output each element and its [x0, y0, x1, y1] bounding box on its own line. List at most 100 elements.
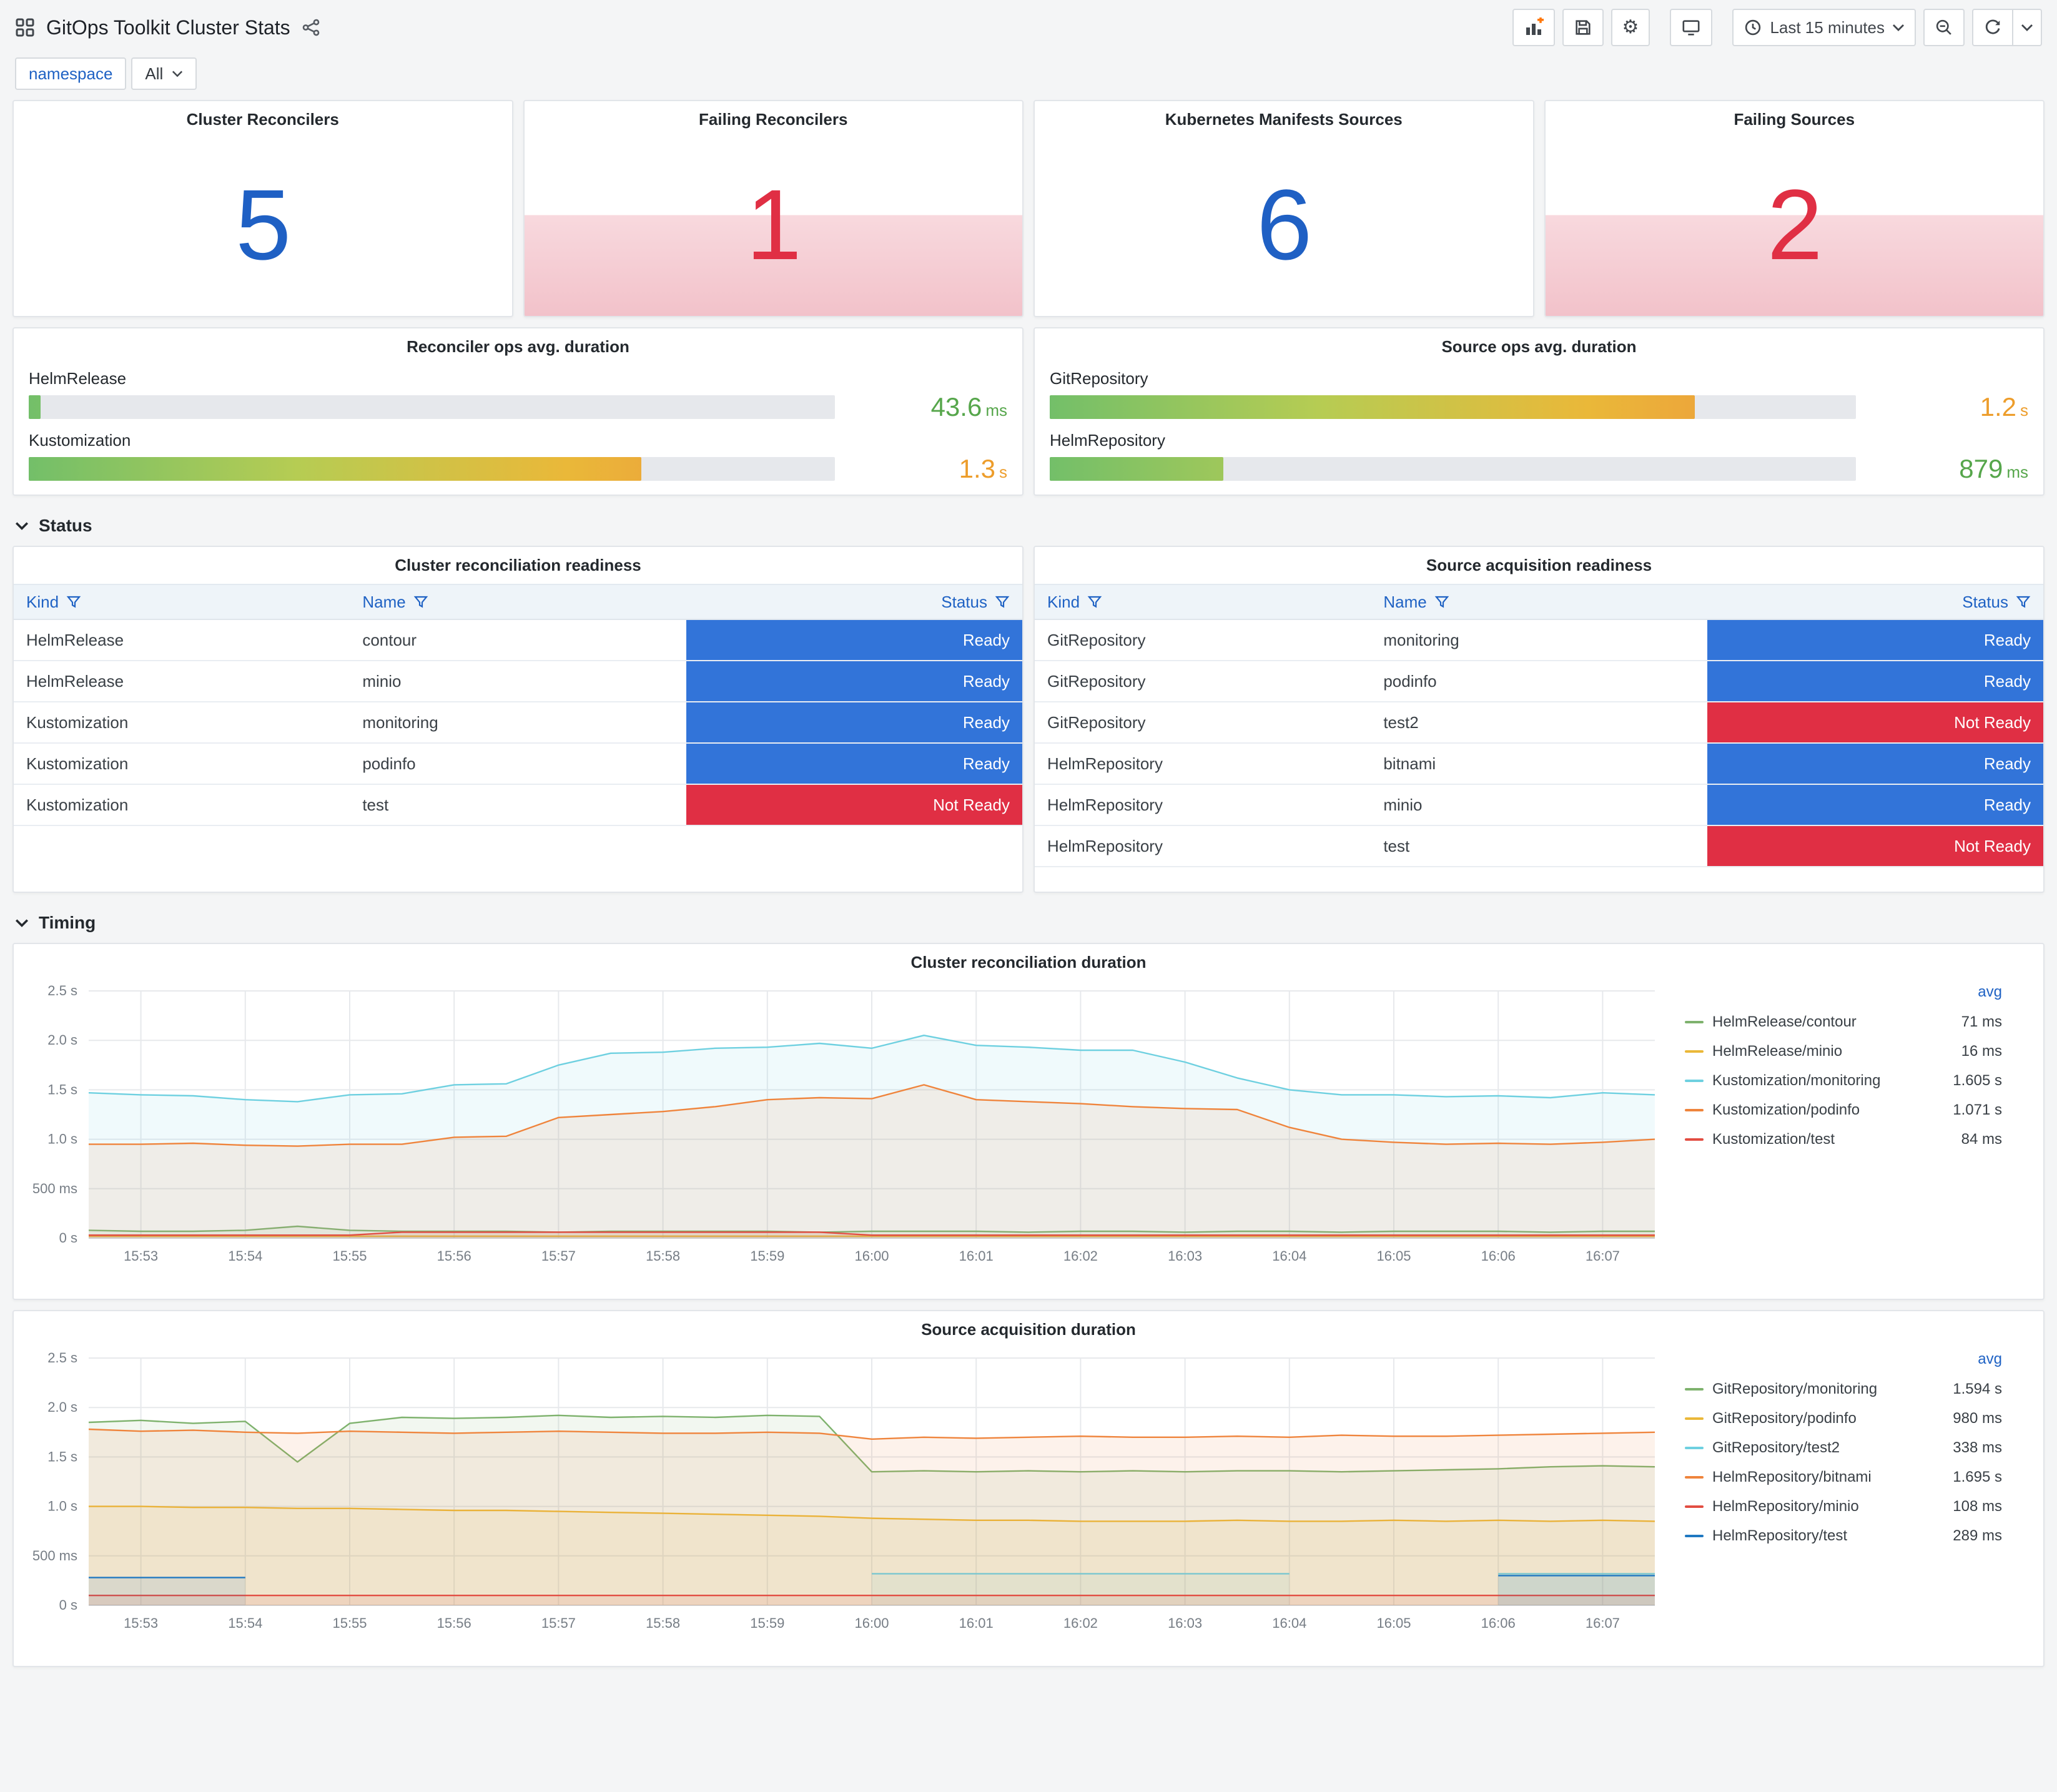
section-title-timing: Timing	[39, 913, 96, 932]
bar-gauge-helmrelease: HelmRelease 43.6 ms	[29, 369, 1007, 422]
variable-namespace-dropdown[interactable]: All	[131, 57, 197, 90]
share-icon[interactable]	[302, 18, 320, 37]
gauge-label: Kustomization	[29, 431, 131, 450]
row-toggle-timing[interactable]: Timing	[12, 903, 2045, 943]
svg-text:1.5 s: 1.5 s	[47, 1081, 77, 1097]
save-dashboard-button[interactable]	[1562, 9, 1604, 46]
svg-text:1.5 s: 1.5 s	[47, 1449, 77, 1464]
row-toggle-status[interactable]: Status	[12, 506, 2045, 546]
series-color-line	[1685, 1050, 1704, 1053]
refresh-icon	[1985, 19, 2000, 34]
cell-kind: HelmRepository	[1047, 836, 1163, 855]
dashboard-settings-button[interactable]: ⚙	[1611, 9, 1650, 46]
gauge-value: 43.6 ms	[930, 392, 1007, 421]
add-panel-button[interactable]	[1512, 9, 1555, 46]
cell-name: bitnami	[1383, 754, 1436, 773]
legend-item[interactable]: Kustomization/test 84 ms	[1685, 1125, 2002, 1154]
clock-icon	[1745, 19, 1761, 36]
table-row: HelmRelease contour Ready	[14, 620, 1022, 661]
cell-kind: GitRepository	[1047, 630, 1146, 649]
filter-funnel-icon[interactable]	[1087, 595, 1102, 609]
legend-item[interactable]: GitRepository/test2 338 ms	[1685, 1433, 2002, 1462]
grafana-dashboard: GitOps Toolkit Cluster Stats ⚙ Last 15 m…	[0, 0, 2057, 1770]
svg-text:15:55: 15:55	[332, 1248, 367, 1264]
svg-text:16:06: 16:06	[1481, 1615, 1516, 1631]
cell-kind: Kustomization	[26, 795, 129, 814]
svg-text:15:58: 15:58	[646, 1248, 680, 1264]
time-series-plot[interactable]: 15:53 15:54 15:55 15:56 15:57 15:58 15:59 16:00…	[24, 978, 1672, 1271]
legend-item[interactable]: HelmRelease/minio 16 ms	[1685, 1036, 2002, 1066]
series-name: GitRepository/monitoring	[1712, 1380, 1878, 1397]
series-color-line	[1685, 1534, 1704, 1537]
chevron-down-icon	[15, 522, 29, 530]
bar-gauge-helmrepository: HelmRepository 879 ms	[1050, 431, 2028, 484]
cell-kind: HelmRelease	[26, 671, 124, 691]
column-header-kind[interactable]: Kind	[14, 585, 350, 619]
time-range-picker[interactable]: Last 15 minutes	[1732, 9, 1916, 46]
cell-kind: Kustomization	[26, 754, 129, 773]
svg-text:15:56: 15:56	[437, 1248, 471, 1264]
column-header-status[interactable]: Status	[686, 585, 1022, 619]
series-name: GitRepository/podinfo	[1712, 1409, 1857, 1427]
gauge-label: GitRepository	[1050, 369, 1148, 388]
legend-avg-header[interactable]: avg	[1685, 983, 2002, 1007]
cycle-view-button[interactable]	[1670, 9, 1713, 46]
svg-text:16:03: 16:03	[1168, 1615, 1202, 1631]
filter-funnel-icon[interactable]	[66, 595, 81, 609]
stats-row: Cluster Reconcilers 5 Failing Reconciler…	[12, 100, 2045, 317]
dashboard-title: GitOps Toolkit Cluster Stats	[46, 16, 290, 39]
legend-item[interactable]: GitRepository/monitoring 1.594 s	[1685, 1374, 2002, 1404]
legend-item[interactable]: Kustomization/podinfo 1.071 s	[1685, 1095, 2002, 1125]
stat-value: 2	[1767, 169, 1823, 280]
dashboard-body: Cluster Reconcilers 5 Failing Reconciler…	[0, 100, 2057, 1770]
column-header-status[interactable]: Status	[1707, 585, 2043, 619]
series-name: Kustomization/test	[1712, 1130, 1835, 1148]
table-row: Kustomization podinfo Ready	[14, 744, 1022, 785]
filter-funnel-icon[interactable]	[2016, 595, 2031, 609]
legend-avg-header[interactable]: avg	[1685, 1351, 2002, 1374]
filter-funnel-icon[interactable]	[1434, 595, 1449, 609]
gauges-row: Reconciler ops avg. duration HelmRelease…	[12, 327, 2045, 496]
svg-text:2.5 s: 2.5 s	[47, 1350, 77, 1366]
table-row: HelmRepository minio Ready	[1035, 785, 2043, 826]
column-header-name[interactable]: Name	[350, 585, 686, 619]
svg-text:16:02: 16:02	[1063, 1248, 1098, 1264]
save-icon	[1575, 20, 1591, 35]
svg-text:16:01: 16:01	[959, 1248, 994, 1264]
section-title-status: Status	[39, 516, 92, 535]
status-badge: Ready	[1707, 785, 2043, 825]
time-series-plot[interactable]: 15:53 15:54 15:55 15:56 15:57 15:58 15:59 16:00…	[24, 1346, 1672, 1638]
column-header-name[interactable]: Name	[1371, 585, 1707, 619]
legend-item[interactable]: HelmRepository/minio 108 ms	[1685, 1492, 2002, 1521]
svg-text:16:00: 16:00	[854, 1248, 889, 1264]
svg-text:15:54: 15:54	[228, 1615, 262, 1631]
legend-item[interactable]: HelmRelease/contour 71 ms	[1685, 1007, 2002, 1036]
legend-item[interactable]: HelmRepository/test 289 ms	[1685, 1521, 2002, 1550]
filter-funnel-icon[interactable]	[995, 595, 1010, 609]
cell-name: monitoring	[362, 712, 438, 732]
filter-funnel-icon[interactable]	[413, 595, 428, 609]
svg-text:16:05: 16:05	[1376, 1615, 1411, 1631]
legend-item[interactable]: Kustomization/monitoring 1.605 s	[1685, 1066, 2002, 1095]
svg-text:15:59: 15:59	[750, 1615, 784, 1631]
refresh-button[interactable]	[1972, 9, 2013, 46]
series-color-line	[1685, 1079, 1704, 1082]
panel-title: Failing Sources	[1734, 110, 1855, 129]
column-header-kind[interactable]: Kind	[1035, 585, 1371, 619]
status-badge: Not Ready	[1707, 702, 2043, 742]
stat-value: 6	[1256, 169, 1312, 280]
refresh-interval-dropdown[interactable]	[2013, 9, 2042, 46]
chart-legend: avg HelmRelease/contour 71 ms HelmRelease/m…	[1672, 978, 2007, 1154]
gauge-fill	[29, 395, 41, 419]
cell-kind: HelmRepository	[1047, 795, 1163, 814]
zoom-out-button[interactable]	[1923, 9, 1965, 46]
legend-item[interactable]: GitRepository/podinfo 980 ms	[1685, 1404, 2002, 1433]
series-avg-value: 1.071 s	[1953, 1101, 2002, 1118]
variable-namespace-label[interactable]: namespace	[15, 57, 127, 90]
table-panel-source-acquisition: Source acquisition readiness Kind Name S…	[1033, 546, 2045, 893]
panel-title: Cluster reconciliation readiness	[395, 556, 641, 574]
series-color-line	[1685, 1020, 1704, 1023]
series-avg-value: 71 ms	[1961, 1013, 2002, 1030]
legend-item[interactable]: HelmRepository/bitnami 1.695 s	[1685, 1462, 2002, 1492]
svg-text:16:04: 16:04	[1272, 1248, 1306, 1264]
